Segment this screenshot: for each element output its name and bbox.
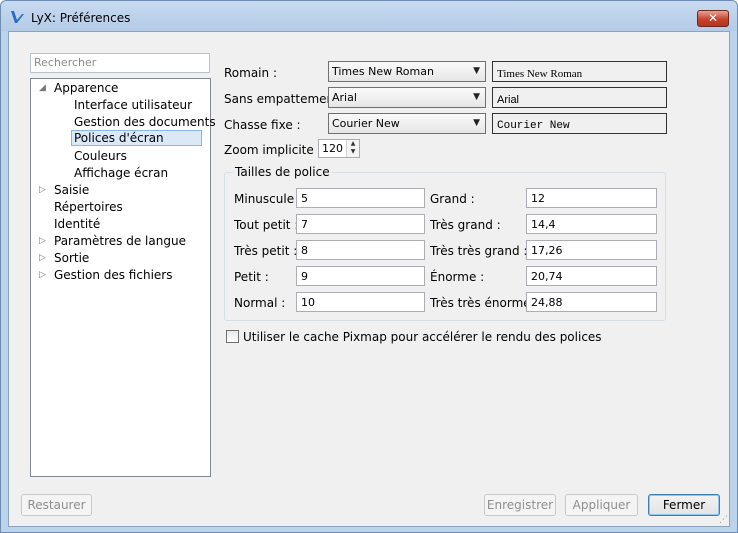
size-field-grand[interactable]: 12: [526, 188, 657, 208]
roman-font-value: Times New Roman: [332, 65, 434, 78]
window-title: LyX: Préférences: [31, 11, 131, 25]
apply-button[interactable]: Appliquer: [565, 494, 638, 516]
size-label-normal: Normal :: [234, 296, 286, 310]
dropdown-arrow-icon: ▼: [473, 118, 480, 128]
close-button[interactable]: Fermer: [648, 494, 720, 516]
tree-item-repertoires[interactable]: Répertoires: [54, 199, 123, 215]
collapsed-arrow-icon[interactable]: ▷: [39, 182, 46, 198]
size-label-minuscule: Minuscule :: [234, 192, 302, 206]
size-field-tres-grand[interactable]: 14,4: [526, 214, 657, 234]
size-field-tout-petit[interactable]: 7: [296, 214, 425, 234]
dropdown-arrow-icon: ▼: [473, 92, 480, 102]
tree-item-interface[interactable]: Interface utilisateur: [74, 97, 192, 113]
tree-item-langue[interactable]: Paramètres de langue: [54, 233, 186, 249]
size-label-tout-petit: Tout petit :: [234, 218, 299, 232]
dialog-body: Rechercher ◢ Apparence Interface utilisa…: [8, 31, 730, 527]
tree-item-affichage[interactable]: Affichage écran: [74, 165, 168, 181]
size-field-petit[interactable]: 9: [296, 266, 425, 286]
window-close-button[interactable]: ✕: [697, 10, 729, 27]
collapsed-arrow-icon[interactable]: ▷: [39, 250, 46, 266]
save-button[interactable]: Enregistrer: [484, 494, 556, 516]
tree-item-identite[interactable]: Identité: [54, 216, 100, 232]
tree-item-couleurs[interactable]: Couleurs: [74, 148, 127, 164]
size-field-tres-tres-enorme[interactable]: 24,88: [526, 292, 657, 312]
restore-button[interactable]: Restaurer: [21, 494, 92, 516]
size-label-tres-petit: Très petit :: [234, 244, 298, 258]
size-field-tres-tres-grand[interactable]: 17,26: [526, 240, 657, 260]
mono-font-select[interactable]: Courier New ▼: [328, 113, 486, 134]
mono-preview: Courier New: [492, 113, 667, 134]
size-field-minuscule[interactable]: 5: [296, 188, 425, 208]
pixmap-cache-label[interactable]: Utiliser le cache Pixmap pour accélérer …: [243, 330, 602, 344]
tree-item-documents[interactable]: Gestion des documents: [74, 114, 216, 130]
roman-preview: Times New Roman: [492, 61, 667, 82]
title-bar[interactable]: LyX: Préférences ✕: [1, 1, 737, 31]
size-label-enorme: Énorme :: [430, 270, 485, 284]
preferences-window: LyX: Préférences ✕ Rechercher ◢ Apparenc…: [0, 0, 738, 533]
roman-font-select[interactable]: Times New Roman ▼: [328, 61, 486, 82]
sans-font-select[interactable]: Arial ▼: [328, 87, 486, 108]
tree-item-polices-ecran[interactable]: Polices d'écran: [71, 130, 202, 146]
tree-item-sortie[interactable]: Sortie: [54, 250, 89, 266]
zoom-spinbox[interactable]: 120 ▲ ▼: [318, 139, 360, 158]
pixmap-cache-checkbox[interactable]: [226, 330, 239, 343]
sans-font-value: Arial: [332, 91, 357, 104]
dropdown-arrow-icon: ▼: [473, 66, 480, 76]
size-field-tres-petit[interactable]: 8: [296, 240, 425, 260]
tree-item-apparence[interactable]: Apparence: [54, 80, 118, 96]
mono-font-value: Courier New: [332, 117, 400, 130]
size-label-tres-grand: Très grand :: [430, 218, 501, 232]
category-tree[interactable]: ◢ Apparence Interface utilisateur Gestio…: [30, 78, 216, 477]
tree-item-fichiers[interactable]: Gestion des fichiers: [54, 267, 172, 283]
spin-up-icon[interactable]: ▲: [347, 140, 359, 148]
collapsed-arrow-icon[interactable]: ▷: [39, 267, 46, 283]
size-label-tres-tres-enorme: Très très énorme :: [430, 296, 539, 310]
search-input[interactable]: Rechercher: [30, 53, 210, 73]
expanded-arrow-icon[interactable]: ◢: [39, 80, 46, 96]
roman-label: Romain :: [224, 66, 277, 80]
sans-preview: Arial: [492, 87, 667, 108]
size-field-normal[interactable]: 10: [296, 292, 425, 312]
collapsed-arrow-icon[interactable]: ▷: [39, 233, 46, 249]
lyx-logo-icon: [11, 11, 24, 23]
size-field-enorme[interactable]: 20,74: [526, 266, 657, 286]
size-label-petit: Petit :: [234, 270, 269, 284]
size-label-grand: Grand :: [430, 192, 475, 206]
font-sizes-title: Tailles de police: [233, 165, 332, 179]
zoom-value: 120: [322, 142, 343, 155]
resize-grip-icon[interactable]: ⋰: [719, 515, 728, 525]
spin-down-icon[interactable]: ▼: [347, 148, 359, 156]
tree-item-saisie[interactable]: Saisie: [54, 182, 89, 198]
size-label-tres-tres-grand: Très très grand :: [430, 244, 528, 258]
mono-label: Chasse fixe :: [224, 118, 301, 132]
